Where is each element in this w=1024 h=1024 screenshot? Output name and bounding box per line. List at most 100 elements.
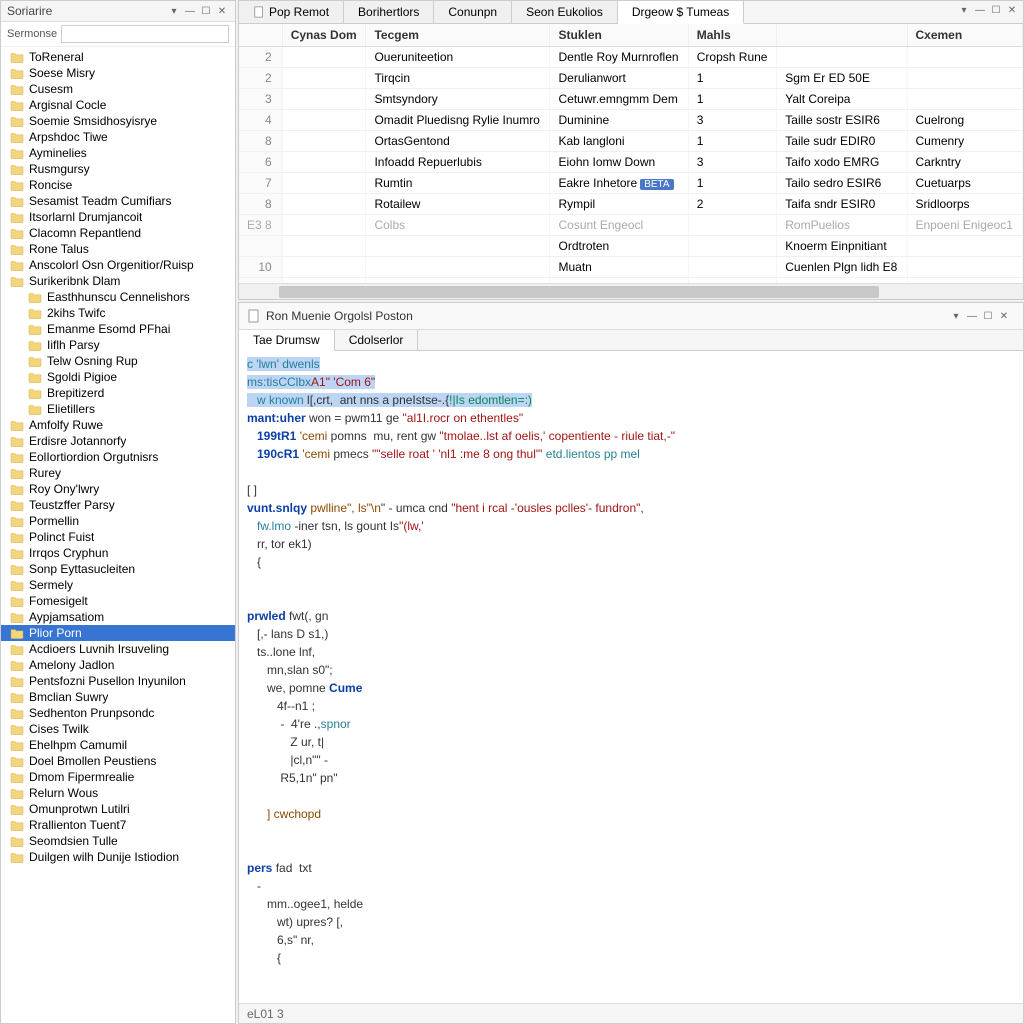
grid-cell[interactable]: 2 — [239, 68, 282, 89]
grid-column-header[interactable]: Cynas Dom — [282, 24, 366, 47]
code-line[interactable]: 4f--n1 ; — [247, 697, 1015, 715]
grid-cell[interactable]: 8 — [239, 131, 282, 152]
grid-cell[interactable]: Kab langloni — [550, 131, 688, 152]
grid-cell[interactable]: Duminine — [550, 110, 688, 131]
code-line[interactable]: mm..ogee1, helde — [247, 895, 1015, 913]
tree-item[interactable]: Sonp Eyttasucleiten — [1, 561, 235, 577]
grid-cell[interactable]: Cuetuarps — [907, 173, 1023, 194]
code-line[interactable]: Z ur, t| — [247, 733, 1015, 751]
grid-cell[interactable]: Rotailew — [366, 194, 550, 215]
grid-cell[interactable]: Infoadd Repuerlubis — [366, 152, 550, 173]
grid-cell[interactable]: 4 — [239, 110, 282, 131]
code-line[interactable]: ms:tisCClbxA1" 'Com 6" — [247, 373, 1015, 391]
code-line[interactable]: R5,1n" pn" — [247, 769, 1015, 787]
grid-column-header[interactable]: Mahls — [688, 24, 777, 47]
table-row[interactable]: 8OrtasGentondKab langloni1Taile sudr EDI… — [239, 131, 1023, 152]
table-row[interactable]: 6Infoadd RepuerlubisEiohn Iomw Down3Taif… — [239, 152, 1023, 173]
grid-cell[interactable]: Dentle Roy Murnroflen — [550, 47, 688, 68]
tree-item[interactable]: Aypjamsatiom — [1, 609, 235, 625]
grid-column-header[interactable]: Stuklen — [550, 24, 688, 47]
tree-item[interactable]: Doel Bmollen Peustiens — [1, 753, 235, 769]
tree-item[interactable]: Duilgen wilh Dunije Istiodion — [1, 849, 235, 865]
code-line[interactable]: ts..lone lnf, — [247, 643, 1015, 661]
tree-item[interactable]: Seomdsien Tulle — [1, 833, 235, 849]
grid-cell[interactable] — [282, 68, 366, 89]
table-row[interactable]: OrdtrotenKnoerm Einpnitiant — [239, 236, 1023, 257]
code-line[interactable]: - — [247, 877, 1015, 895]
tree-item[interactable]: Rusmgursy — [1, 161, 235, 177]
grid-cell[interactable]: Cetuwr.emngmm Dem — [550, 89, 688, 110]
tree-item[interactable]: Teustzffer Parsy — [1, 497, 235, 513]
tree-item[interactable]: Pentsfozni Pusellon Inyunilon — [1, 673, 235, 689]
close-icon[interactable]: ✕ — [215, 4, 229, 18]
tree-item[interactable]: ToReneral — [1, 49, 235, 65]
grid-cell[interactable] — [907, 68, 1023, 89]
tree-item[interactable]: Rone Talus — [1, 241, 235, 257]
grid-cell[interactable]: 3 — [688, 152, 777, 173]
grid-cell[interactable]: 10 — [239, 257, 282, 278]
code-line[interactable]: 199tR1 'cemi pomns mu, rent gw "tmolae..… — [247, 427, 1015, 445]
grid-cell[interactable] — [282, 152, 366, 173]
grid-tab[interactable]: Conunpn — [434, 1, 512, 23]
code-line[interactable]: |cl,n"" - — [247, 751, 1015, 769]
grid-cell[interactable]: Cropsh Rune — [688, 47, 777, 68]
tree-item[interactable]: Argisnal Cocle — [1, 97, 235, 113]
table-row[interactable]: 2TirqcinDerulianwort1Sgm Er ED 50E — [239, 68, 1023, 89]
grid-cell[interactable]: 8 — [239, 194, 282, 215]
tree-item[interactable]: Sermely — [1, 577, 235, 593]
tree-item[interactable]: Sgoldi Pigioe — [1, 369, 235, 385]
code-line[interactable]: { — [247, 949, 1015, 967]
code-line[interactable] — [247, 589, 1015, 607]
grid-cell[interactable] — [907, 236, 1023, 257]
minimize-icon[interactable]: — — [183, 4, 197, 18]
grid-cell[interactable]: 3 — [239, 89, 282, 110]
grid-cell[interactable]: 1 — [688, 89, 777, 110]
grid-cell[interactable]: Taifo xodo EMRG — [777, 152, 907, 173]
tree-item[interactable]: Irrqos Cryphun — [1, 545, 235, 561]
grid-cell[interactable]: 2 — [688, 194, 777, 215]
code-line[interactable]: 6,s" nr, — [247, 931, 1015, 949]
grid-cell[interactable]: Smtsyndory — [366, 89, 550, 110]
tree-item[interactable]: Relurn Wous — [1, 785, 235, 801]
code-line[interactable]: prwled fwt(, gn — [247, 607, 1015, 625]
code-line[interactable]: [ ] — [247, 481, 1015, 499]
tree-item[interactable]: Amfolfy Ruwe — [1, 417, 235, 433]
grid-cell[interactable] — [688, 236, 777, 257]
grid-cell[interactable]: Muatn — [550, 257, 688, 278]
table-row[interactable]: 3SmtsyndoryCetuwr.emngmm Dem1Yalt Coreip… — [239, 89, 1023, 110]
tree-item[interactable]: Roncise — [1, 177, 235, 193]
tree-item[interactable]: Easthhunscu Cennelishors — [1, 289, 235, 305]
grid-column-header[interactable]: Cxemen — [907, 24, 1023, 47]
code-line[interactable]: { — [247, 553, 1015, 571]
tree-item[interactable]: Amelony Jadlon — [1, 657, 235, 673]
grid-cell[interactable] — [282, 236, 366, 257]
grid-cell[interactable]: Rympil — [550, 194, 688, 215]
tree-item[interactable]: Fomesigelt — [1, 593, 235, 609]
code-line[interactable]: 190cR1 'cemi pmecs ""selle roat ' 'nl1 :… — [247, 445, 1015, 463]
grid-cell[interactable]: Cuenlen Plgn lidh E8 — [777, 257, 907, 278]
grid-tab[interactable]: Borihertlors — [344, 1, 434, 23]
code-line[interactable] — [247, 841, 1015, 859]
dropdown-icon[interactable]: ▾ — [167, 4, 181, 18]
grid-cell[interactable]: Colbs — [366, 215, 550, 236]
grid-column-header[interactable] — [239, 24, 282, 47]
close-icon[interactable]: ✕ — [1005, 3, 1019, 17]
table-row[interactable]: 7RumtinEakre InhetoreBETA1Tailo sedro ES… — [239, 173, 1023, 194]
minimize-icon[interactable]: — — [965, 309, 979, 323]
tree-item[interactable]: Polinct Fuist — [1, 529, 235, 545]
tree-item[interactable]: Sesamist Teadm Cumifiars — [1, 193, 235, 209]
tree-item[interactable]: Arpshdoc Tiwe — [1, 129, 235, 145]
tree-item[interactable]: Sedhenton Prunpsondc — [1, 705, 235, 721]
grid-cell[interactable] — [907, 47, 1023, 68]
grid-cell[interactable] — [282, 47, 366, 68]
tree-item[interactable]: Cusesm — [1, 81, 235, 97]
grid-cell[interactable]: Taifa sndr ESIR0 — [777, 194, 907, 215]
code-line[interactable]: vunt.snlqy pwlline", ls"\n" - umca cnd "… — [247, 499, 1015, 517]
code-line[interactable]: pers fad txt — [247, 859, 1015, 877]
grid-cell[interactable]: Sridloorps — [907, 194, 1023, 215]
code-line[interactable]: mn,slan s0"; — [247, 661, 1015, 679]
grid-cell[interactable]: Cumenry — [907, 131, 1023, 152]
code-line[interactable] — [247, 787, 1015, 805]
tree-item[interactable]: Omunprotwn Lutilri — [1, 801, 235, 817]
code-line[interactable]: ] cwchopd — [247, 805, 1015, 823]
